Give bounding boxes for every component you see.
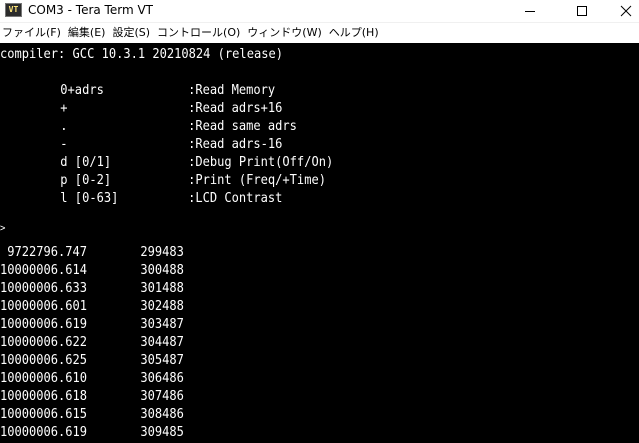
command-key: -: [60, 137, 68, 152]
freq-value: 10000006.633: [0, 281, 88, 296]
freq-value: 10000006.618: [0, 389, 88, 404]
menu-file[interactable]: ファイル(F): [0, 23, 66, 43]
data-row: 10000006.618 307486: [0, 388, 184, 406]
freq-value: 10000006.619: [0, 425, 88, 440]
command-row: p [0-2] :Print (Freq/+Time): [0, 172, 326, 190]
freq-value: 10000006.601: [0, 299, 88, 314]
terminal-screen[interactable]: compiler: GCC 10.3.1 20210824 (release) …: [0, 43, 639, 443]
title-bar: VT COM3 - Tera Term VT: [0, 0, 639, 23]
maximize-button[interactable]: [560, 0, 604, 22]
time-value: 300488: [140, 263, 184, 278]
freq-value: 10000006.625: [0, 353, 88, 368]
time-value: 306486: [140, 371, 184, 386]
data-row: 10000006.615 308486: [0, 406, 184, 424]
data-row: 10000006.619 303487: [0, 316, 184, 334]
command-row: 0+adrs :Read Memory: [0, 82, 275, 100]
command-row: - :Read adrs-16: [0, 136, 282, 154]
command-desc: :Read same adrs: [188, 119, 297, 134]
app-icon[interactable]: VT: [5, 3, 22, 17]
menu-edit[interactable]: 編集(E): [66, 23, 111, 43]
menu-help[interactable]: ヘルプ(H): [327, 23, 384, 43]
freq-value: 10000006.614: [0, 263, 88, 278]
command-key: +: [60, 101, 68, 116]
command-row: . :Read same adrs: [0, 118, 297, 136]
command-row: d [0/1] :Debug Print(Off/On): [0, 154, 333, 172]
data-row: 10000006.610 306486: [0, 370, 184, 388]
time-value: 302488: [140, 299, 184, 314]
data-row: 10000006.625 305487: [0, 352, 184, 370]
menu-bar: ファイル(F) 編集(E) 設定(S) コントロール(O) ウィンドウ(W) ヘ…: [0, 23, 639, 43]
time-value: 305487: [140, 353, 184, 368]
prompt: >: [0, 223, 6, 234]
menu-setup[interactable]: 設定(S): [110, 23, 155, 43]
command-key: .: [60, 119, 68, 134]
command-desc: :Read adrs-16: [188, 137, 283, 152]
close-button[interactable]: [604, 0, 639, 22]
time-value: 304487: [140, 335, 184, 350]
minimize-icon: [525, 11, 535, 12]
minimize-button[interactable]: [508, 0, 552, 22]
freq-value: 10000006.610: [0, 371, 88, 386]
time-value: 307486: [140, 389, 184, 404]
close-icon: [620, 5, 632, 17]
time-value: 309485: [140, 425, 184, 440]
time-value: 301488: [140, 281, 184, 296]
data-row: 10000006.633 301488: [0, 280, 184, 298]
command-desc: :Read adrs+16: [188, 101, 283, 116]
menu-control[interactable]: コントロール(O): [155, 23, 245, 43]
freq-value: 10000006.622: [0, 335, 88, 350]
time-value: 303487: [140, 317, 184, 332]
data-row: 10000006.601 302488: [0, 298, 184, 316]
command-desc: :LCD Contrast: [188, 191, 283, 206]
command-desc: :Debug Print(Off/On): [188, 155, 334, 170]
time-value: 308486: [140, 407, 184, 422]
data-row: 10000006.622 304487: [0, 334, 184, 352]
command-desc: :Print (Freq/+Time): [188, 173, 326, 188]
command-desc: :Read Memory: [188, 83, 276, 98]
window-title: COM3 - Tera Term VT: [28, 3, 153, 17]
command-key: d [0/1]: [60, 155, 112, 170]
command-row: + :Read adrs+16: [0, 100, 282, 118]
data-row: 9722796.747 299483: [0, 244, 184, 262]
command-row: l [0-63] :LCD Contrast: [0, 190, 282, 208]
freq-value: 10000006.615: [0, 407, 88, 422]
command-key: l [0-63]: [60, 191, 119, 206]
time-value: 299483: [140, 245, 184, 260]
freq-value: 10000006.619: [0, 317, 88, 332]
command-key: p [0-2]: [60, 173, 112, 188]
compiler-line: compiler: GCC 10.3.1 20210824 (release): [0, 47, 283, 62]
command-key: 0+adrs: [60, 83, 104, 98]
data-row: 10000006.614 300488: [0, 262, 184, 280]
maximize-icon: [577, 6, 587, 16]
menu-window[interactable]: ウィンドウ(W): [245, 23, 326, 43]
data-row: 10000006.619 309485: [0, 424, 184, 442]
freq-value: 9722796.747: [0, 245, 88, 260]
